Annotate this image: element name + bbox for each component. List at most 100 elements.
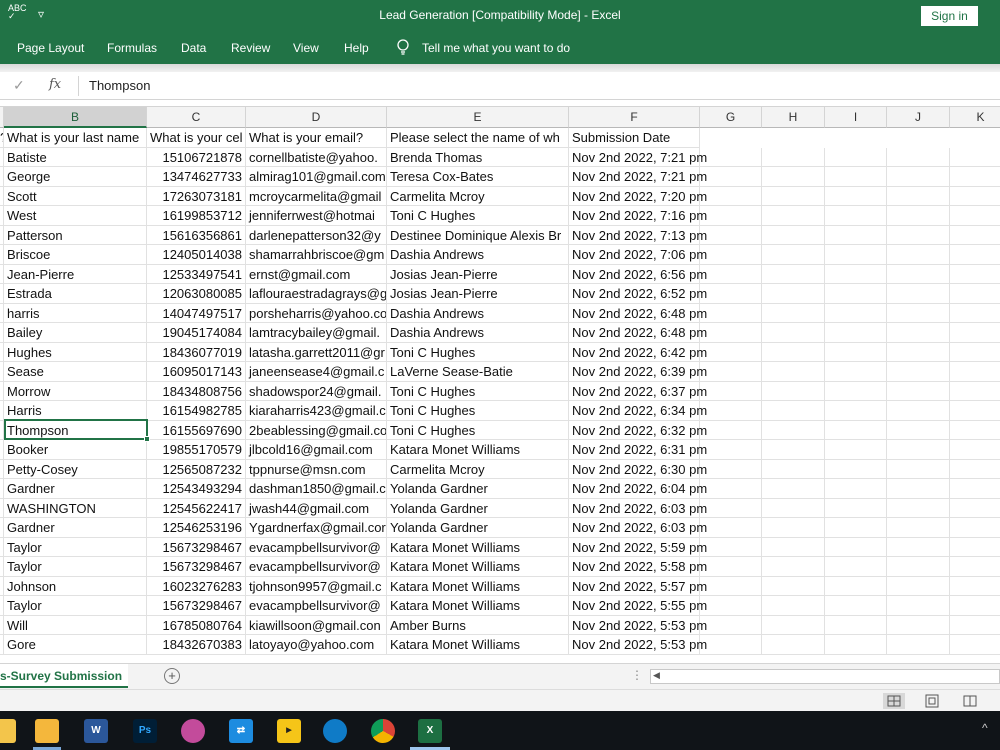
cell-email[interactable]: 2beablessing@gmail.co: [246, 420, 387, 440]
scroll-left-icon[interactable]: ◀: [653, 670, 660, 681]
cell-empty[interactable]: [887, 381, 950, 401]
photoshop-icon[interactable]: Ps: [133, 719, 157, 743]
column-header-k[interactable]: K: [950, 107, 1000, 128]
cell-empty[interactable]: [700, 323, 762, 343]
cell-email[interactable]: janeensease4@gmail.c: [246, 362, 387, 382]
cell-empty[interactable]: [950, 518, 1000, 538]
cell-empty[interactable]: [700, 459, 762, 479]
cell-email[interactable]: jenniferrwest@hotmai: [246, 206, 387, 226]
cell-cell-number[interactable]: 15106721878: [147, 147, 246, 167]
cell-last-name[interactable]: Booker: [4, 440, 147, 460]
cell-empty[interactable]: [700, 284, 762, 304]
cell-cell-number[interactable]: 12545622417: [147, 498, 246, 518]
cell-last-name[interactable]: harris: [4, 303, 147, 323]
cell-cell-number[interactable]: 19045174084: [147, 323, 246, 343]
cell-empty[interactable]: [700, 206, 762, 226]
cell-empty[interactable]: [950, 187, 1000, 206]
cell-empty[interactable]: [825, 635, 887, 655]
cell-empty[interactable]: [887, 420, 950, 440]
cell-empty[interactable]: [950, 616, 1000, 635]
cell-cell-number[interactable]: 12565087232: [147, 459, 246, 479]
column-header-h[interactable]: H: [762, 107, 825, 128]
cell-email[interactable]: shamarrahbriscoe@gm: [246, 245, 387, 265]
cell-empty[interactable]: [887, 303, 950, 323]
cell-empty[interactable]: [887, 401, 950, 421]
cell-email[interactable]: tjohnson9957@gmail.c: [246, 576, 387, 596]
cell-last-name[interactable]: Taylor: [4, 596, 147, 616]
cell-empty[interactable]: [700, 576, 762, 596]
cell-cell-number[interactable]: 16154982785: [147, 401, 246, 421]
paint-icon[interactable]: [181, 719, 205, 743]
insert-function-icon[interactable]: fx: [49, 77, 61, 92]
cell-empty[interactable]: [950, 148, 1000, 167]
cell-empty[interactable]: [887, 147, 950, 167]
cell-last-name[interactable]: WASHINGTON: [4, 498, 147, 518]
tab-data[interactable]: Data: [181, 41, 206, 55]
cell-submission-date[interactable]: Nov 2nd 2022, 6:04 pm: [569, 479, 707, 499]
cell-name-select[interactable]: Dashia Andrews: [387, 323, 569, 343]
worksheet-grid[interactable]: B C D E F G H I J K ? What is your last …: [0, 106, 1000, 663]
cell-empty[interactable]: [950, 557, 1000, 577]
cell-empty[interactable]: [825, 167, 887, 187]
cell-cell-number[interactable]: 18436077019: [147, 342, 246, 362]
cell-empty[interactable]: [825, 479, 887, 499]
cell-empty[interactable]: [700, 615, 762, 635]
cell-empty[interactable]: [825, 362, 887, 382]
column-header-j[interactable]: J: [887, 107, 950, 128]
cell-submission-date[interactable]: Nov 2nd 2022, 6:42 pm: [569, 342, 707, 362]
cell-empty[interactable]: [950, 206, 1000, 226]
cell-empty[interactable]: [700, 167, 762, 187]
cell-email[interactable]: lamtracybailey@gmail.: [246, 323, 387, 343]
taskbar-app-partial[interactable]: [0, 719, 16, 743]
cell-submission-date[interactable]: Nov 2nd 2022, 6:03 pm: [569, 498, 707, 518]
header-last-name[interactable]: What is your last name: [4, 128, 147, 148]
cell-submission-date[interactable]: Nov 2nd 2022, 6:48 pm: [569, 323, 707, 343]
cell-name-select[interactable]: Toni C Hughes: [387, 381, 569, 401]
cell-name-select[interactable]: Toni C Hughes: [387, 420, 569, 440]
cell-submission-date[interactable]: Nov 2nd 2022, 7:20 pm: [569, 186, 707, 206]
file-explorer-icon[interactable]: [35, 719, 59, 743]
cell-empty[interactable]: [700, 147, 762, 167]
cell-cell-number[interactable]: 16023276283: [147, 576, 246, 596]
cell-last-name[interactable]: Taylor: [4, 537, 147, 557]
cell-email[interactable]: jwash44@gmail.com: [246, 498, 387, 518]
cell-empty[interactable]: [887, 342, 950, 362]
cell-empty[interactable]: [825, 420, 887, 440]
cell-name-select[interactable]: Toni C Hughes: [387, 401, 569, 421]
cell-empty[interactable]: [762, 342, 825, 362]
cell-submission-date[interactable]: Nov 2nd 2022, 6:39 pm: [569, 362, 707, 382]
cell-email[interactable]: jlbcold16@gmail.com: [246, 440, 387, 460]
player-icon[interactable]: ▶: [277, 719, 301, 743]
cell-email[interactable]: latasha.garrett2011@gr: [246, 342, 387, 362]
cell-email[interactable]: darlenepatterson32@y: [246, 225, 387, 245]
cell-submission-date[interactable]: Nov 2nd 2022, 5:57 pm: [569, 576, 707, 596]
cell-empty[interactable]: [762, 537, 825, 557]
cell-cell-number[interactable]: 15673298467: [147, 557, 246, 577]
cell-empty[interactable]: [887, 323, 950, 343]
column-header-i[interactable]: I: [825, 107, 887, 128]
cell-name-select[interactable]: Katara Monet Williams: [387, 596, 569, 616]
cell-empty[interactable]: [887, 284, 950, 304]
cell-last-name[interactable]: Bailey: [4, 323, 147, 343]
cell-empty[interactable]: [700, 245, 762, 265]
cell-name-select[interactable]: Katara Monet Williams: [387, 557, 569, 577]
cell-empty[interactable]: [700, 342, 762, 362]
header-name-select[interactable]: Please select the name of wh: [387, 128, 569, 148]
cell-empty[interactable]: [887, 635, 950, 655]
cell-empty[interactable]: [825, 284, 887, 304]
plus-circle-icon[interactable]: +: [164, 668, 180, 684]
cell-empty[interactable]: [887, 206, 950, 226]
cell-empty[interactable]: [950, 265, 1000, 284]
excel-icon[interactable]: X: [418, 719, 442, 743]
cell-empty[interactable]: [950, 226, 1000, 245]
page-layout-view-icon[interactable]: [921, 693, 943, 709]
cell-name-select[interactable]: Dashia Andrews: [387, 245, 569, 265]
cell-email[interactable]: almirag101@gmail.com: [246, 167, 387, 187]
cell-last-name[interactable]: George: [4, 167, 147, 187]
cell-last-name[interactable]: Gore: [4, 635, 147, 655]
cell-empty[interactable]: [700, 381, 762, 401]
tab-formulas[interactable]: Formulas: [107, 41, 157, 55]
cell-submission-date[interactable]: Nov 2nd 2022, 6:52 pm: [569, 284, 707, 304]
cell-last-name[interactable]: Will: [4, 615, 147, 635]
cell-empty[interactable]: [762, 147, 825, 167]
